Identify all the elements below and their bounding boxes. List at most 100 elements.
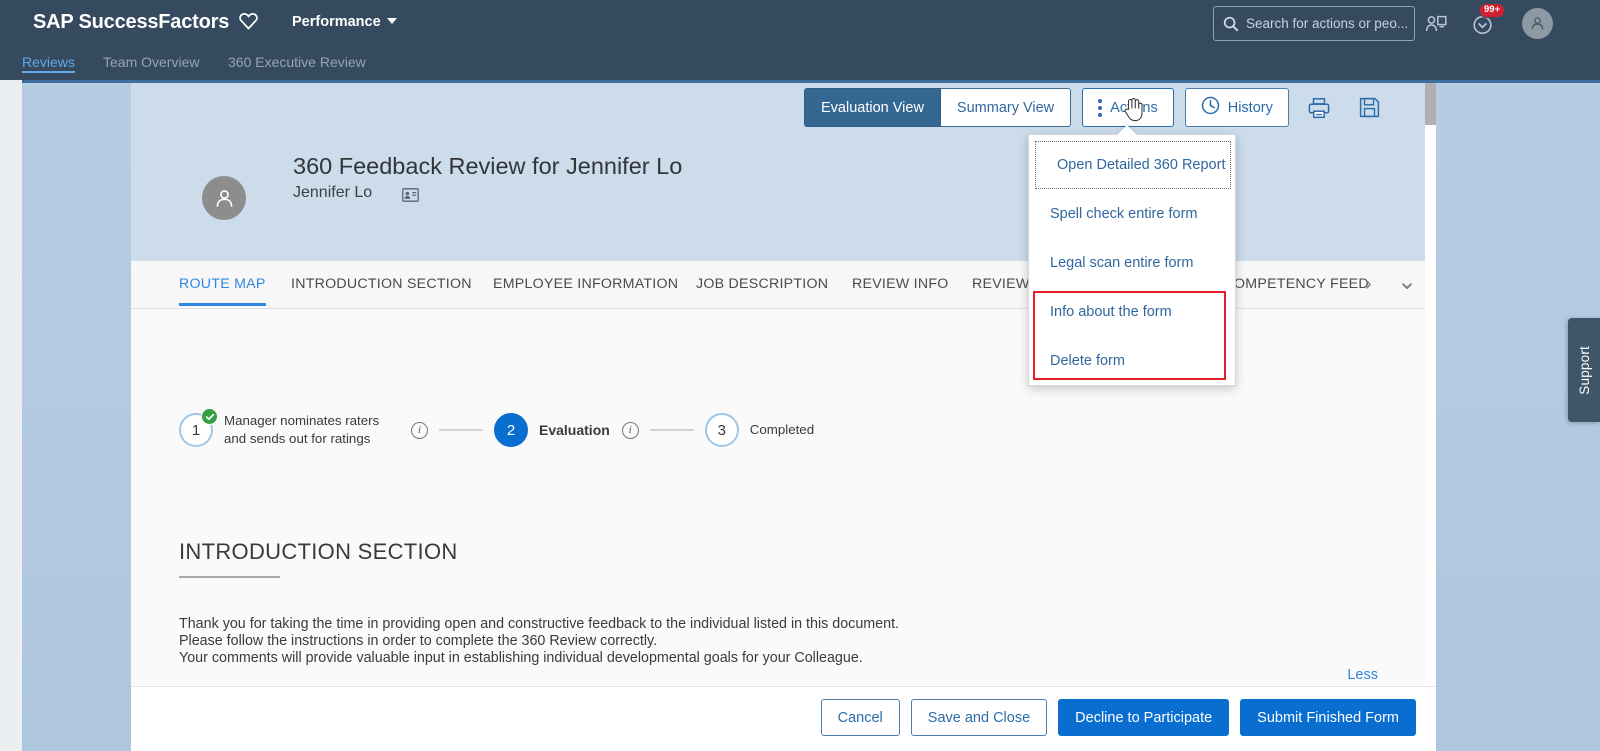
- menu-item-label: Spell check entire form: [1050, 206, 1198, 222]
- tab-competency-feedback[interactable]: OMPETENCY FEED: [1234, 276, 1369, 292]
- tab-evaluation-view[interactable]: Evaluation View: [804, 88, 941, 127]
- subnav-item-reviews[interactable]: Reviews: [22, 54, 75, 73]
- menu-item-label: Delete form: [1050, 353, 1125, 369]
- tab-summary-view[interactable]: Summary View: [940, 88, 1072, 127]
- user-avatar-icon[interactable]: [1522, 8, 1553, 39]
- section-divider: [179, 576, 280, 578]
- tab-review-info[interactable]: REVIEW INFO: [852, 276, 949, 292]
- overflow-dots-icon: [1098, 98, 1103, 117]
- search-placeholder: Search for actions or peo...: [1246, 16, 1409, 31]
- actions-dropdown-menu: Open Detailed 360 Report Spell check ent…: [1028, 134, 1236, 386]
- heart-icon: [238, 12, 258, 30]
- route-connector: [649, 429, 694, 432]
- actions-button[interactable]: Actions: [1082, 88, 1174, 127]
- save-icon[interactable]: [1350, 88, 1389, 127]
- subnav-label: Reviews: [22, 54, 75, 70]
- subnav-item-360-executive-review[interactable]: 360 Executive Review: [228, 54, 366, 70]
- route-connector: [439, 429, 483, 432]
- tabs-overflow-chevron-icon[interactable]: ⌄: [1397, 267, 1417, 296]
- toggle-less-link[interactable]: Less: [1347, 667, 1378, 683]
- decline-to-participate-button[interactable]: Decline to Participate: [1058, 699, 1230, 736]
- clock-icon: [1201, 96, 1220, 119]
- route-step-3[interactable]: 3: [704, 413, 739, 448]
- tab-employee-information[interactable]: EMPLOYEE INFORMATION: [493, 276, 678, 292]
- intro-line-3: Your comments will provide valuable inpu…: [179, 650, 863, 666]
- search-icon: [1223, 16, 1239, 32]
- tab-introduction-section[interactable]: INTRODUCTION SECTION: [291, 276, 472, 292]
- route-map: 1 Manager nominates raters and sends out…: [179, 408, 815, 449]
- section-tabs: ROUTE MAP INTRODUCTION SECTION EMPLOYEE …: [131, 261, 1436, 309]
- tab-label: OMPETENCY FEED: [1234, 276, 1369, 292]
- support-tab[interactable]: Support: [1568, 318, 1600, 422]
- brand-label: SAP SuccessFactors: [33, 11, 230, 33]
- route-step-1-label: Manager nominates raters and sends out f…: [224, 413, 380, 447]
- form-footer: Cancel Save and Close Decline to Partici…: [131, 686, 1436, 751]
- secondary-nav: Reviews Team Overview 360 Executive Revi…: [0, 47, 1600, 80]
- info-icon[interactable]: i: [411, 421, 428, 439]
- brand-logo[interactable]: SAP SuccessFactors: [33, 10, 258, 34]
- intro-line-1: Thank you for taking the time in providi…: [179, 616, 900, 632]
- intro-line-2: Please follow the instructions in order …: [179, 633, 658, 649]
- route-step-number: 3: [717, 421, 726, 439]
- info-icon[interactable]: i: [621, 421, 639, 439]
- support-label: Support: [1576, 345, 1592, 395]
- tab-label: EMPLOYEE INFORMATION: [493, 276, 679, 292]
- menu-item-delete-form[interactable]: Delete form: [1029, 337, 1237, 385]
- menu-item-label: Legal scan entire form: [1050, 255, 1194, 271]
- tab-label: JOB DESCRIPTION: [696, 276, 829, 292]
- route-step-number: 1: [191, 421, 201, 439]
- route-step-1[interactable]: 1: [179, 408, 218, 448]
- route-step-number: 2: [506, 421, 516, 439]
- content-scrollbar-thumb[interactable]: [1425, 83, 1436, 125]
- history-label: History: [1227, 99, 1273, 116]
- menu-item-open-detailed-360-report[interactable]: Open Detailed 360 Report: [1035, 141, 1231, 189]
- tab-route-map[interactable]: ROUTE MAP: [179, 276, 266, 306]
- save-and-close-button[interactable]: Save and Close: [910, 699, 1048, 736]
- introduction-section-heading: INTRODUCTION SECTION: [179, 539, 458, 564]
- notification-badge: 99+: [1479, 3, 1506, 18]
- global-header: SAP SuccessFactors Performance Search fo…: [0, 0, 1600, 47]
- form-toolbar: Evaluation View Summary View Actions His…: [804, 88, 1389, 127]
- chevron-down-icon: [386, 18, 397, 25]
- menu-item-spell-check-entire-form[interactable]: Spell check entire form: [1029, 190, 1237, 238]
- business-card-icon[interactable]: [402, 188, 419, 207]
- menu-item-label: Open Detailed 360 Report: [1057, 157, 1226, 173]
- app-screen: SAP SuccessFactors Performance Search fo…: [0, 0, 1600, 751]
- tab-label: INTRODUCTION SECTION: [291, 276, 472, 292]
- route-step-2-label: Evaluation: [539, 421, 610, 438]
- tab-label: ROUTE MAP: [179, 276, 266, 292]
- form-body: 1 Manager nominates raters and sends out…: [131, 309, 1436, 686]
- footer-actions: Cancel Save and Close Decline to Partici…: [820, 699, 1416, 736]
- route-step-2[interactable]: 2: [494, 413, 528, 448]
- summary-view-label: Summary View: [956, 99, 1055, 116]
- notifications-icon[interactable]: 99+: [1468, 3, 1506, 38]
- check-icon: [201, 408, 218, 426]
- subnav-item-team-overview[interactable]: Team Overview: [103, 54, 199, 70]
- form-subject-name: Jennifer Lo: [293, 184, 373, 201]
- subnav-label: 360 Executive Review: [228, 54, 366, 70]
- content-scrollbar-track[interactable]: [1425, 83, 1436, 686]
- menu-item-legal-scan-entire-form[interactable]: Legal scan entire form: [1029, 239, 1237, 287]
- tab-job-description[interactable]: JOB DESCRIPTION: [696, 276, 828, 292]
- submit-finished-form-button[interactable]: Submit Finished Form: [1240, 699, 1416, 736]
- cancel-button[interactable]: Cancel: [820, 699, 900, 736]
- print-icon[interactable]: [1300, 88, 1339, 127]
- history-button[interactable]: History: [1184, 88, 1289, 127]
- avatar: [202, 176, 246, 220]
- tabs-next-arrow-icon[interactable]: ›: [1365, 273, 1372, 296]
- menu-pointer-arrow: [1117, 125, 1137, 135]
- module-menu[interactable]: Performance: [292, 14, 397, 30]
- people-directory-icon[interactable]: [1422, 10, 1450, 38]
- form-card-header: 360 Feedback Review for Jennifer Lo Jenn…: [131, 83, 1436, 261]
- module-menu-label: Performance: [292, 14, 381, 30]
- actions-label: Actions: [1110, 99, 1158, 116]
- search-input[interactable]: Search for actions or peo...: [1213, 6, 1415, 41]
- menu-item-label: Info about the form: [1050, 304, 1172, 320]
- tab-label: REVIEW INFO: [852, 276, 949, 292]
- form-card: 360 Feedback Review for Jennifer Lo Jenn…: [131, 83, 1436, 686]
- subnav-label: Team Overview: [103, 54, 200, 70]
- page-title: 360 Feedback Review for Jennifer Lo: [293, 153, 683, 179]
- evaluation-view-label: Evaluation View: [821, 99, 924, 116]
- route-step-3-label: Completed: [749, 422, 815, 438]
- menu-item-info-about-the-form[interactable]: Info about the form: [1029, 288, 1237, 336]
